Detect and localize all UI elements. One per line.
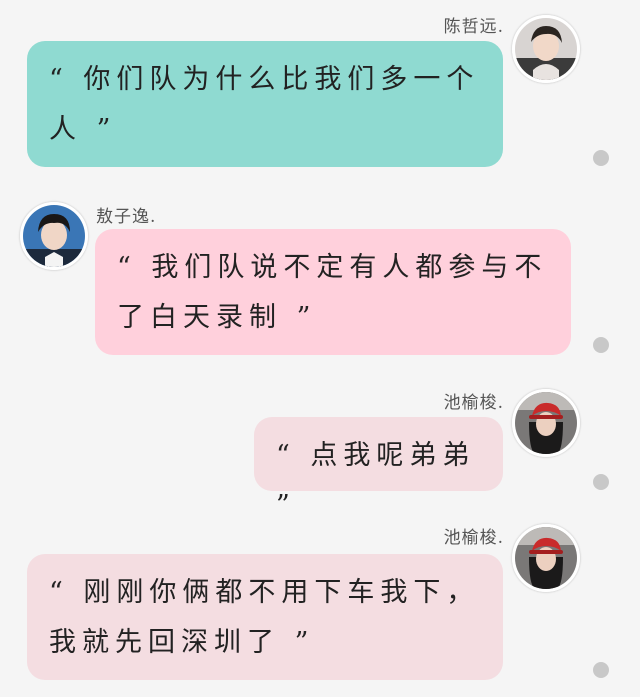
chat-message-4: 池榆梭. “ 刚刚你俩都不用下车我下，我就先回深圳了 ” [0,520,640,697]
status-dot [593,474,609,490]
chat-message-2: 敖子逸. “ 我们队说不定有人都参与不了白天录制 ” [0,195,640,375]
status-dot [593,150,609,166]
sender-name: 敖子逸. [96,207,157,227]
female-avatar-red-hat-icon[interactable] [512,524,580,592]
sender-name: 池榆梭. [443,528,504,548]
male-avatar-icon[interactable] [512,15,580,83]
status-dot [593,662,609,678]
message-bubble[interactable]: “ 点我呢弟弟 ” [254,417,503,521]
chat-message-3: 池榆梭. “ 点我呢弟弟 ” [0,385,640,521]
message-bubble[interactable]: “ 你们队为什么比我们多一个人 ” [27,41,503,167]
male-avatar-icon[interactable] [20,202,88,270]
sender-name: 池榆梭. [443,393,504,413]
status-dot [593,337,609,353]
message-bubble[interactable]: “ 我们队说不定有人都参与不了白天录制 ” [95,229,571,355]
message-bubble[interactable]: “ 刚刚你俩都不用下车我下，我就先回深圳了 ” [27,554,503,680]
sender-name: 陈哲远. [443,17,504,37]
chat-message-1: 陈哲远. “ 你们队为什么比我们多一个人 ” [0,0,640,180]
female-avatar-red-hat-icon[interactable] [512,389,580,457]
